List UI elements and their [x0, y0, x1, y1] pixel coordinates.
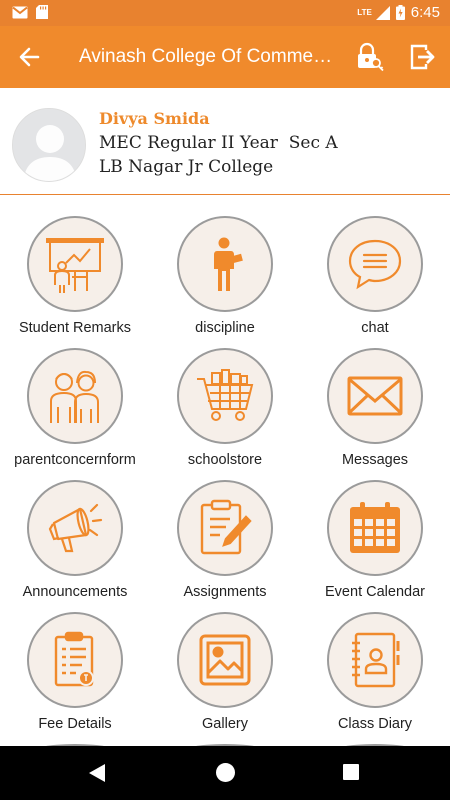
menu-grid: Student Remarks discipline chat parentco…: [0, 196, 450, 746]
sd-card-icon: [36, 5, 48, 19]
system-nav-bar: [0, 746, 450, 800]
menu-tile-label: Gallery: [202, 716, 248, 732]
lock-key-icon: [358, 42, 384, 72]
signal-icon: [375, 5, 390, 20]
menu-tile-announcements[interactable]: Announcements: [0, 460, 150, 600]
menu-tile-gallery[interactable]: Gallery: [150, 592, 300, 732]
user-placeholder-icon: [13, 109, 85, 181]
menu-tile-icon-circle: [327, 480, 423, 576]
menu-tile-icon-circle: [177, 348, 273, 444]
logout-button[interactable]: [408, 42, 438, 72]
network-type: LTE: [357, 8, 372, 17]
nav-back-button[interactable]: [88, 763, 106, 783]
menu-tile-parentconcernform[interactable]: parentconcernform: [0, 328, 150, 468]
parents-icon: [50, 370, 99, 423]
menu-tile-icon-circle: [27, 348, 123, 444]
menu-tile-messages[interactable]: Messages: [300, 328, 450, 468]
chat-bubble-icon: [348, 239, 402, 290]
menu-tile-student-remarks[interactable]: Student Remarks: [0, 196, 150, 336]
calendar-icon: [350, 502, 400, 553]
avatar[interactable]: [12, 108, 86, 182]
menu-tile-icon-circle: [27, 480, 123, 576]
envelope-icon: [347, 376, 403, 416]
profile-header: Divya Smida MEC Regular II Year Sec A LB…: [0, 88, 450, 195]
menu-tile-icon-circle: [177, 216, 273, 312]
menu-tile-discipline[interactable]: discipline: [150, 196, 300, 336]
student-class: MEC Regular II Year Sec A: [99, 133, 338, 153]
page-title: Avinash College Of Commerce: [79, 46, 334, 67]
clock: 6:45: [410, 4, 440, 21]
menu-tile-icon-circle: [27, 612, 123, 708]
menu-tile-class-diary[interactable]: Class Diary: [300, 592, 450, 732]
diary-book-icon: [352, 632, 400, 688]
nav-recents-button[interactable]: [343, 764, 359, 780]
menu-tile-label: Fee Details: [38, 716, 112, 732]
back-button[interactable]: [14, 43, 46, 71]
menu-tile-icon-circle: [177, 612, 273, 708]
standing-student-icon: [214, 237, 243, 291]
student-college: LB Nagar Jr College: [99, 157, 274, 177]
menu-tile-event-calendar[interactable]: Event Calendar: [300, 460, 450, 600]
nav-home-button[interactable]: [216, 763, 235, 782]
change-password-button[interactable]: [354, 42, 384, 72]
app-bar: Avinash College Of Commerce: [0, 26, 450, 88]
menu-tile-label: Class Diary: [337, 716, 413, 732]
menu-tile-schoolstore[interactable]: schoolstore: [150, 328, 300, 468]
teacher-board-icon: [46, 238, 104, 293]
clipboard-pencil-icon: [200, 499, 252, 555]
shopping-cart-icon: [197, 369, 254, 421]
menu-tile-icon-circle: [327, 612, 423, 708]
arrow-back-icon: [19, 47, 40, 67]
menu-tile-fee-details[interactable]: Fee Details: [0, 592, 150, 732]
menu-tile-assignments[interactable]: Assignments: [150, 460, 300, 600]
menu-tile-icon-circle: [177, 480, 273, 576]
fee-invoice-icon: [54, 631, 94, 687]
status-bar: LTE 6:45: [0, 0, 450, 26]
menu-tile-icon-circle: [327, 348, 423, 444]
menu-tile-icon-circle: [27, 216, 123, 312]
menu-tile-icon-circle: [327, 216, 423, 312]
megaphone-icon: [48, 503, 103, 553]
logout-icon: [410, 44, 435, 70]
gmail-icon: [12, 6, 28, 18]
menu-tile-chat[interactable]: chat: [300, 196, 450, 336]
student-name: Divya Smida: [99, 109, 210, 128]
battery-charging-icon: [395, 5, 405, 20]
picture-icon: [199, 634, 251, 686]
